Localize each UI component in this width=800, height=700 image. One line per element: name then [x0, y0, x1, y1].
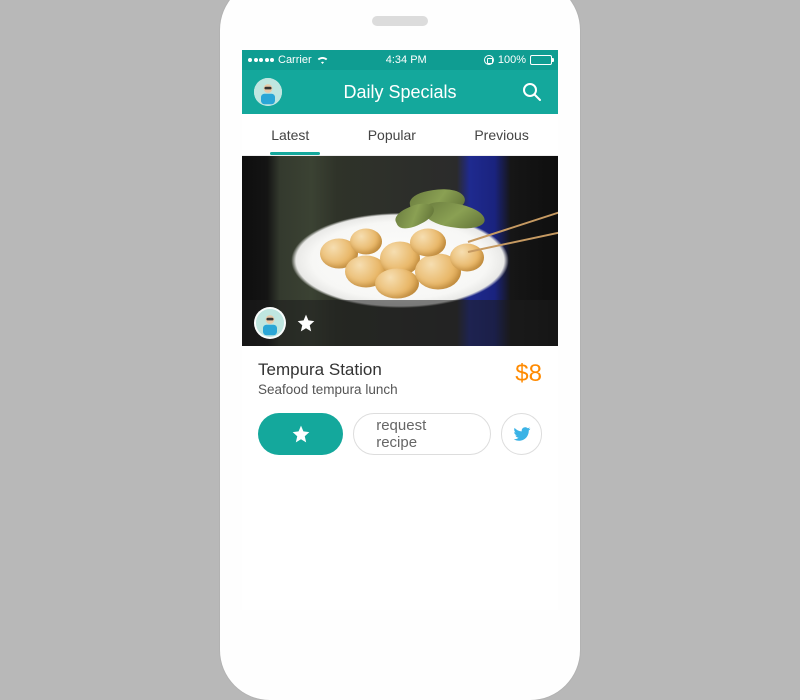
star-icon — [291, 424, 311, 444]
share-twitter-button[interactable] — [501, 413, 542, 455]
twitter-icon — [513, 425, 531, 443]
tab-latest[interactable]: Latest — [265, 127, 315, 143]
phone-speaker — [372, 16, 428, 26]
screen: Carrier 4:34 PM 100% Daily Specials — [242, 50, 558, 610]
dish-price: $8 — [515, 360, 542, 388]
signal-dots-icon — [248, 58, 274, 62]
profile-avatar[interactable] — [254, 78, 282, 106]
wifi-icon — [316, 55, 329, 65]
app-header: Daily Specials — [242, 70, 558, 114]
author-avatar[interactable] — [254, 307, 286, 339]
clock-label: 4:34 PM — [386, 54, 427, 66]
tab-bar: Latest Popular Previous — [242, 114, 558, 156]
action-row: request recipe — [242, 407, 558, 471]
search-button[interactable] — [518, 78, 546, 106]
request-recipe-button[interactable]: request recipe — [353, 413, 491, 455]
dish-image — [242, 156, 558, 346]
carrier-label: Carrier — [278, 54, 312, 66]
orientation-lock-icon — [484, 55, 494, 65]
tab-previous[interactable]: Previous — [468, 127, 534, 143]
favorite-star-icon[interactable] — [296, 313, 316, 333]
tab-popular[interactable]: Popular — [362, 127, 422, 143]
phone-frame: Carrier 4:34 PM 100% Daily Specials — [220, 0, 580, 700]
tab-indicator — [270, 152, 320, 155]
battery-pct-label: 100% — [498, 54, 526, 66]
image-footer — [242, 300, 558, 346]
battery-icon — [530, 55, 552, 65]
page-title: Daily Specials — [343, 82, 456, 103]
favorite-button[interactable] — [258, 413, 343, 455]
search-icon — [522, 82, 542, 102]
dish-subtitle: Seafood tempura lunch — [258, 382, 398, 397]
dish-title: Tempura Station — [258, 360, 398, 380]
status-bar: Carrier 4:34 PM 100% — [242, 50, 558, 70]
dish-details: Tempura Station Seafood tempura lunch $8 — [242, 346, 558, 407]
dish-card[interactable]: Tempura Station Seafood tempura lunch $8… — [242, 156, 558, 471]
